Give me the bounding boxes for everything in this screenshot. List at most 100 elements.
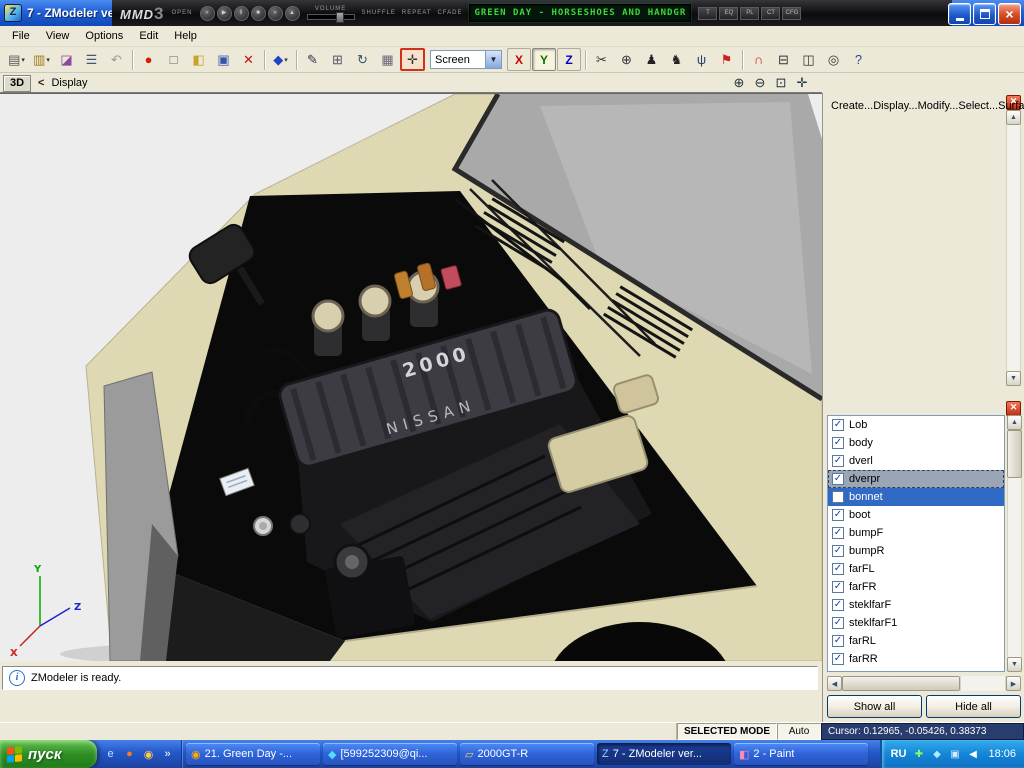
volume-knob[interactable] <box>336 12 344 23</box>
show-all-button[interactable]: Show all <box>827 695 922 718</box>
attach-icon[interactable]: ⊕ <box>614 48 639 71</box>
tray-volume-icon[interactable]: ◀ <box>965 747 980 762</box>
part-checkbox[interactable]: ✓ <box>832 473 844 485</box>
task-paint[interactable]: ◧2 - Paint <box>734 743 868 765</box>
parts-scrollbar-horizontal[interactable]: ◀ ▶ <box>827 676 1021 691</box>
scroll-track[interactable] <box>1007 478 1022 657</box>
part-row-steklfarF1[interactable]: ✓steklfarF1 <box>828 614 1004 632</box>
ct-button[interactable]: CT <box>761 7 780 20</box>
menu-file[interactable]: File <box>4 27 38 45</box>
scroll-track[interactable] <box>1006 125 1021 371</box>
tray-messenger-icon[interactable]: ◆ <box>929 747 944 762</box>
open-file-menu-icon[interactable]: ▥▾ <box>29 48 54 71</box>
screen-mode-dropdown[interactable]: Screen ▼ <box>430 50 502 69</box>
zoom-out-icon[interactable]: ⊖ <box>751 75 769 91</box>
task-qq[interactable]: ◆[599252309@qi... <box>323 743 457 765</box>
delete-icon[interactable]: ✕ <box>236 48 261 71</box>
part-checkbox[interactable]: ✓ <box>832 581 844 593</box>
commands-scrollbar[interactable]: ▲ ▼ <box>1006 110 1021 386</box>
mirror-icon[interactable]: ◫ <box>796 48 821 71</box>
part-row-dverl[interactable]: ✓dverl <box>828 452 1004 470</box>
part-checkbox[interactable]: ✓ <box>832 437 844 449</box>
part-checkbox[interactable]: ✓ <box>832 563 844 575</box>
part-row-farFR[interactable]: ✓farFR <box>828 578 1004 596</box>
view-mode-3d-button[interactable]: 3D <box>3 75 31 92</box>
import-icon[interactable]: ◪ <box>54 48 79 71</box>
pan-icon[interactable]: ✛ <box>793 75 811 91</box>
bones-icon[interactable]: ψ <box>689 48 714 71</box>
command-display[interactable]: Display... <box>873 100 917 112</box>
scroll-right-icon[interactable]: ▶ <box>1006 676 1021 691</box>
quicklaunch-overflow-chevron[interactable]: » <box>159 746 176 763</box>
part-checkbox[interactable]: ✓ <box>832 419 844 431</box>
volume-slider[interactable] <box>307 14 355 20</box>
scroll-up-icon[interactable]: ▲ <box>1006 110 1021 125</box>
eq-button[interactable]: EQ <box>719 7 738 20</box>
scroll-down-icon[interactable]: ▼ <box>1006 371 1021 386</box>
winamp-player-skin[interactable]: MMD3 OPEN «▶‖■»▲ VOLUME SHUFFLE REPEAT C… <box>112 0 952 26</box>
close-button[interactable]: × <box>998 3 1021 25</box>
zoom-in-icon[interactable]: ⊕ <box>730 75 748 91</box>
tray-display-icon[interactable]: ▣ <box>947 747 962 762</box>
new-file-menu-icon[interactable]: ▤▾ <box>4 48 29 71</box>
minimize-button[interactable] <box>948 3 971 25</box>
part-checkbox[interactable]: ✓ <box>832 653 844 665</box>
active-mode-icon[interactable]: ✛ <box>400 48 425 71</box>
part-row-farRL[interactable]: ✓farRL <box>828 632 1004 650</box>
part-row-dverpr[interactable]: ✓dverpr <box>828 470 1004 488</box>
part-row-boot[interactable]: ✓boot <box>828 506 1004 524</box>
repeat-label[interactable]: REPEAT <box>402 10 432 16</box>
config-button[interactable]: CFG <box>782 7 801 20</box>
viewport-3d-canvas[interactable]: 2000 NISSAN <box>0 94 822 662</box>
part-row-farRR[interactable]: ✓farRR <box>828 650 1004 668</box>
part-checkbox[interactable]: ✓ <box>832 527 844 539</box>
snap-grid-icon[interactable]: ⊟ <box>771 48 796 71</box>
part-checkbox[interactable]: ✓ <box>832 617 844 629</box>
part-checkbox[interactable]: ✓ <box>832 635 844 647</box>
cut-icon[interactable]: ✂ <box>589 48 614 71</box>
part-checkbox[interactable]: ✓ <box>832 599 844 611</box>
restore-button[interactable] <box>973 3 996 25</box>
undo-icon[interactable]: ↶ <box>104 48 129 71</box>
scroll-thumb[interactable] <box>842 676 960 691</box>
menu-view[interactable]: View <box>38 27 78 45</box>
part-row-body[interactable]: ✓body <box>828 434 1004 452</box>
flag-icon[interactable]: ⚑ <box>714 48 739 71</box>
command-select[interactable]: Select... <box>958 100 998 112</box>
back-button[interactable]: < <box>36 78 46 89</box>
prev-button[interactable]: « <box>200 6 215 21</box>
tray-antivirus-icon[interactable]: ✚ <box>911 747 926 762</box>
scroll-left-icon[interactable]: ◀ <box>827 676 842 691</box>
start-button[interactable]: пуск <box>0 740 97 768</box>
scroll-down-icon[interactable]: ▼ <box>1007 657 1022 672</box>
scroll-up-icon[interactable]: ▲ <box>1007 415 1022 430</box>
parts-scrollbar-vertical[interactable]: ▲ ▼ <box>1007 415 1022 672</box>
scroll-thumb[interactable] <box>1007 430 1022 478</box>
part-checkbox[interactable] <box>832 491 844 503</box>
keyboard-language-indicator[interactable]: RU <box>891 749 907 760</box>
quicklaunch-firefox-icon[interactable]: ● <box>121 746 138 763</box>
task-winamp[interactable]: ◉21. Green Day -... <box>186 743 320 765</box>
part-row-steklfarF[interactable]: ✓steklfarF <box>828 596 1004 614</box>
part-checkbox[interactable]: ✓ <box>832 545 844 557</box>
axis-z-button[interactable]: Z <box>557 48 581 71</box>
part-row-steklfarR[interactable]: ✓steklfarR <box>828 668 1004 672</box>
close-parts-panel-button[interactable]: ✕ <box>1006 401 1021 416</box>
primitives-menu-icon[interactable]: ◆▾ <box>268 48 293 71</box>
menu-edit[interactable]: Edit <box>131 27 166 45</box>
play-button[interactable]: ▶ <box>217 6 232 21</box>
walk-icon[interactable]: ♞ <box>664 48 689 71</box>
target-icon[interactable]: ◎ <box>821 48 846 71</box>
shuffle-label[interactable]: SHUFFLE <box>362 10 396 16</box>
axis-x-button[interactable]: X <box>507 48 531 71</box>
auto-mode-indicator[interactable]: Auto <box>777 723 821 740</box>
viewport-3d[interactable]: 2000 NISSAN <box>0 93 822 662</box>
crossfade-label[interactable]: CFADE <box>437 10 462 16</box>
notes-icon[interactable]: ☰ <box>79 48 104 71</box>
uv-grid-icon[interactable]: ▦ <box>375 48 400 71</box>
save-icon[interactable]: ▣ <box>211 48 236 71</box>
axis-y-button[interactable]: Y <box>532 48 556 71</box>
command-modify[interactable]: Modify... <box>918 100 959 112</box>
scroll-track[interactable] <box>960 676 1006 691</box>
command-create[interactable]: Create... <box>831 100 873 112</box>
